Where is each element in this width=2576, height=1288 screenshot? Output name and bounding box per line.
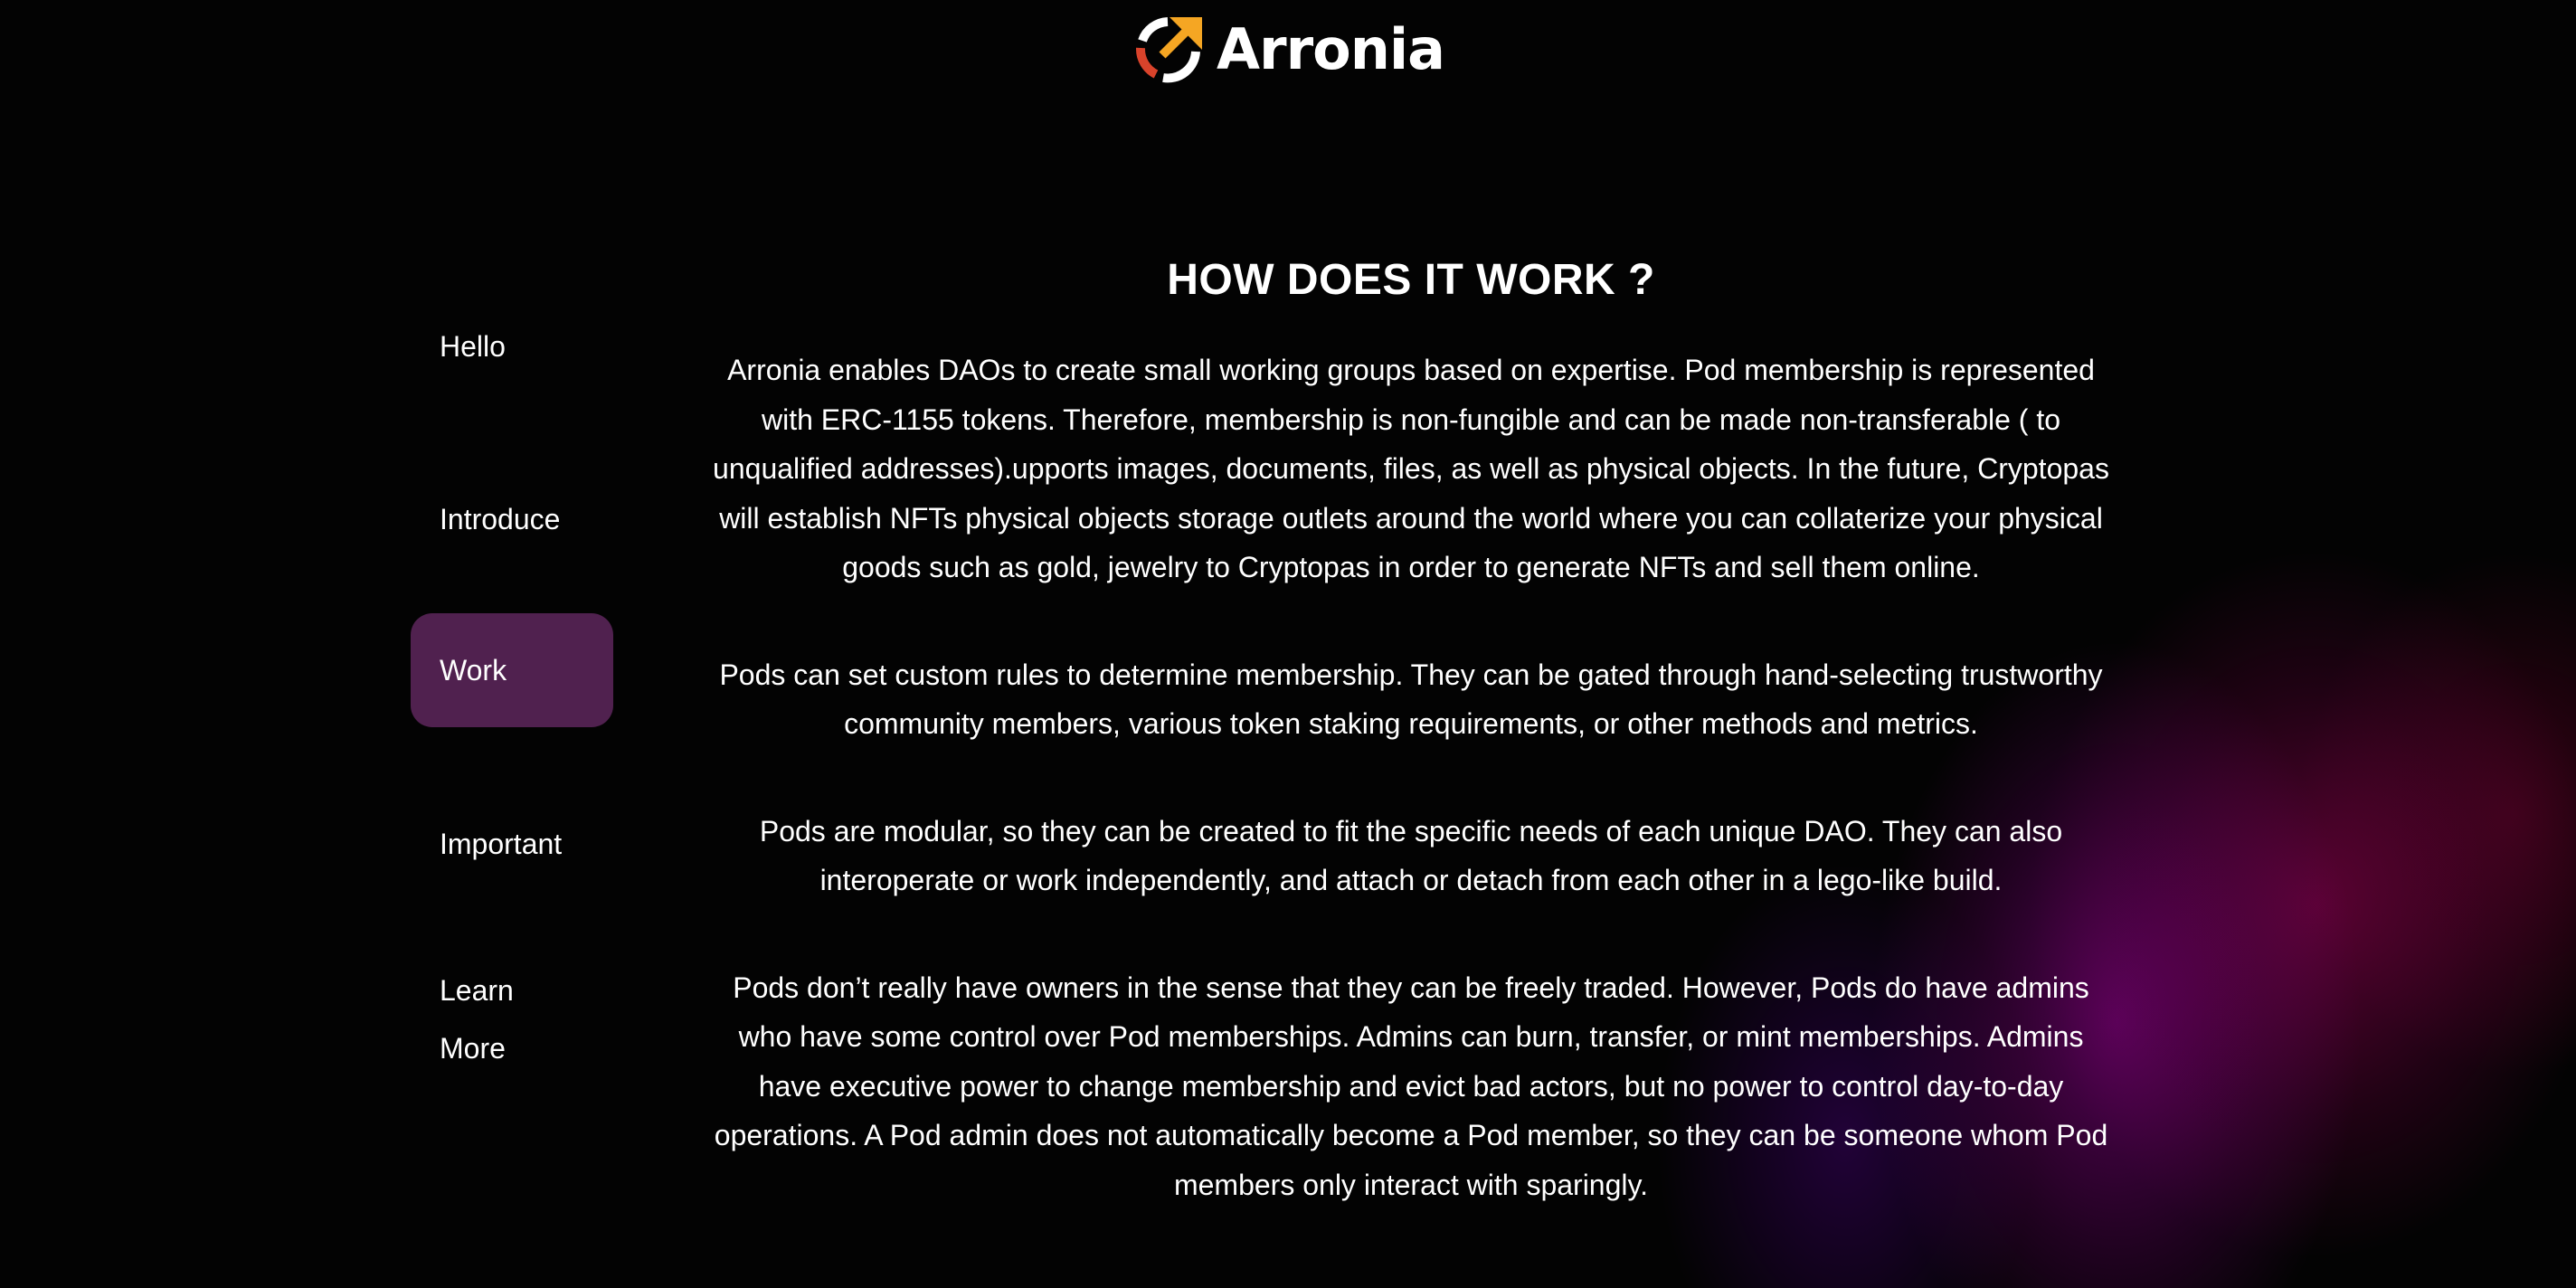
main-content: HOW DOES IT WORK ? Arronia enables DAOs … (706, 246, 2117, 1209)
arronia-logo-icon[interactable] (1132, 14, 1204, 86)
site-header: Arronia (0, 0, 2576, 99)
nav-item-label: Work (440, 654, 507, 687)
paragraph-3: Pods are modular, so they can be created… (759, 814, 2063, 897)
nav-item-label: Introduce (440, 503, 561, 535)
paragraph-2: Pods can set custom rules to determine m… (719, 658, 2103, 741)
nav-item-label: Hello (440, 330, 506, 363)
nav-item-label: Learn More (440, 974, 514, 1065)
paragraph-4: Pods don’t really have owners in the sen… (714, 971, 2108, 1201)
nav-item-hello[interactable]: Hello (411, 289, 613, 403)
paragraph-1: Arronia enables DAOs to create small wor… (713, 354, 2109, 583)
nav-item-introduce[interactable]: Introduce (411, 462, 613, 576)
nav-item-work[interactable]: Work (411, 613, 613, 727)
nav-item-label: Important (440, 828, 563, 860)
brand-name[interactable]: Arronia (1217, 22, 1445, 78)
nav-item-important[interactable]: Important (411, 787, 613, 901)
nav-item-learn-more[interactable]: Learn More (411, 961, 613, 1075)
page-title: HOW DOES IT WORK ? (1167, 256, 1655, 304)
